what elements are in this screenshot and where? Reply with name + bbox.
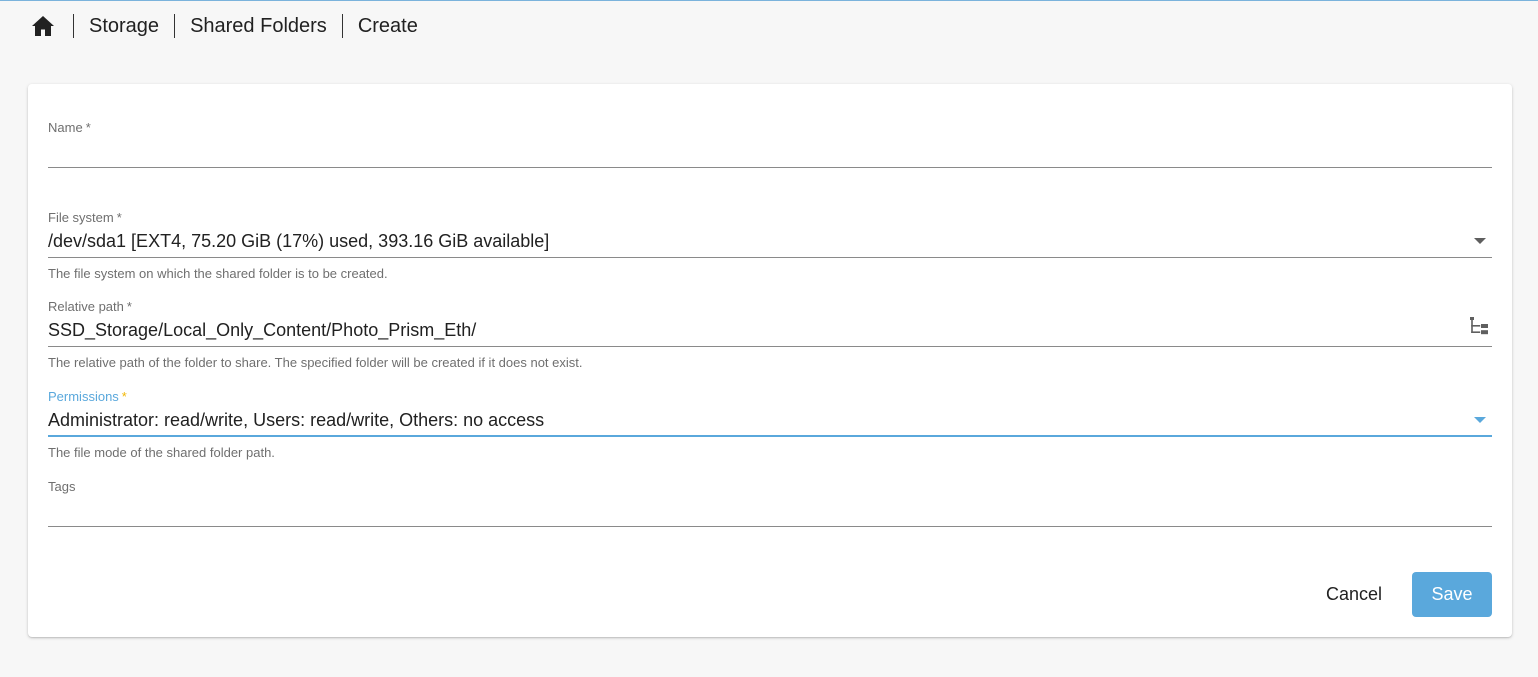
dropdown-arrow-icon[interactable] xyxy=(1474,238,1486,244)
breadcrumb-storage[interactable]: Storage xyxy=(89,15,159,38)
breadcrumb-separator xyxy=(73,14,74,38)
file-system-value: /dev/sda1 [EXT4, 75.20 GiB (17%) used, 3… xyxy=(48,231,550,251)
breadcrumb-separator xyxy=(174,14,176,38)
home-icon[interactable] xyxy=(28,12,58,40)
name-field: Name * xyxy=(48,120,1492,168)
relative-path-hint: The relative path of the folder to share… xyxy=(48,355,583,370)
name-input[interactable] xyxy=(48,136,1492,168)
breadcrumb-shared-folders[interactable]: Shared Folders xyxy=(190,15,327,38)
permissions-value: Administrator: read/write, Users: read/w… xyxy=(48,409,545,430)
permissions-field: Permissions * Administrator: read/write, … xyxy=(48,389,1492,461)
top-accent-line xyxy=(0,0,1538,1)
permissions-select[interactable]: Administrator: read/write, Users: read/w… xyxy=(48,405,1492,437)
relative-path-value: SSD_Storage/Local_Only_Content/Photo_Pri… xyxy=(48,320,477,340)
breadcrumb-separator xyxy=(341,14,343,38)
form-actions: Cancel Save xyxy=(1310,572,1492,617)
file-system-hint: The file system on which the shared fold… xyxy=(48,266,388,281)
permissions-hint: The file mode of the shared folder path. xyxy=(48,445,275,460)
tags-input[interactable] xyxy=(48,495,1492,527)
tags-label: Tags xyxy=(48,479,76,494)
file-system-select[interactable]: /dev/sda1 [EXT4, 75.20 GiB (17%) used, 3… xyxy=(48,226,1492,258)
breadcrumb-create: Create xyxy=(357,14,418,37)
breadcrumb: Storage Shared Folders Create xyxy=(28,12,418,40)
relative-path-label: Relative path * xyxy=(48,299,132,314)
create-shared-folder-form: Name * File system * /dev/sda1 [EXT4, 75.2… xyxy=(28,84,1512,637)
cancel-button[interactable]: Cancel xyxy=(1310,573,1398,617)
dropdown-arrow-icon[interactable] xyxy=(1474,417,1486,423)
relative-path-input[interactable]: SSD_Storage/Local_Only_Content/Photo_Pri… xyxy=(48,315,1492,347)
file-system-label: File system * xyxy=(48,210,122,225)
permissions-label: Permissions * xyxy=(48,389,127,404)
folder-tree-icon[interactable] xyxy=(1468,315,1490,337)
tags-field: Tags xyxy=(48,479,1492,527)
file-system-field: File system * /dev/sda1 [EXT4, 75.20 GiB … xyxy=(48,210,1492,282)
name-label: Name * xyxy=(48,120,91,135)
relative-path-field: Relative path * SSD_Storage/Local_Only_Co… xyxy=(48,299,1492,371)
save-button[interactable]: Save xyxy=(1412,572,1492,617)
